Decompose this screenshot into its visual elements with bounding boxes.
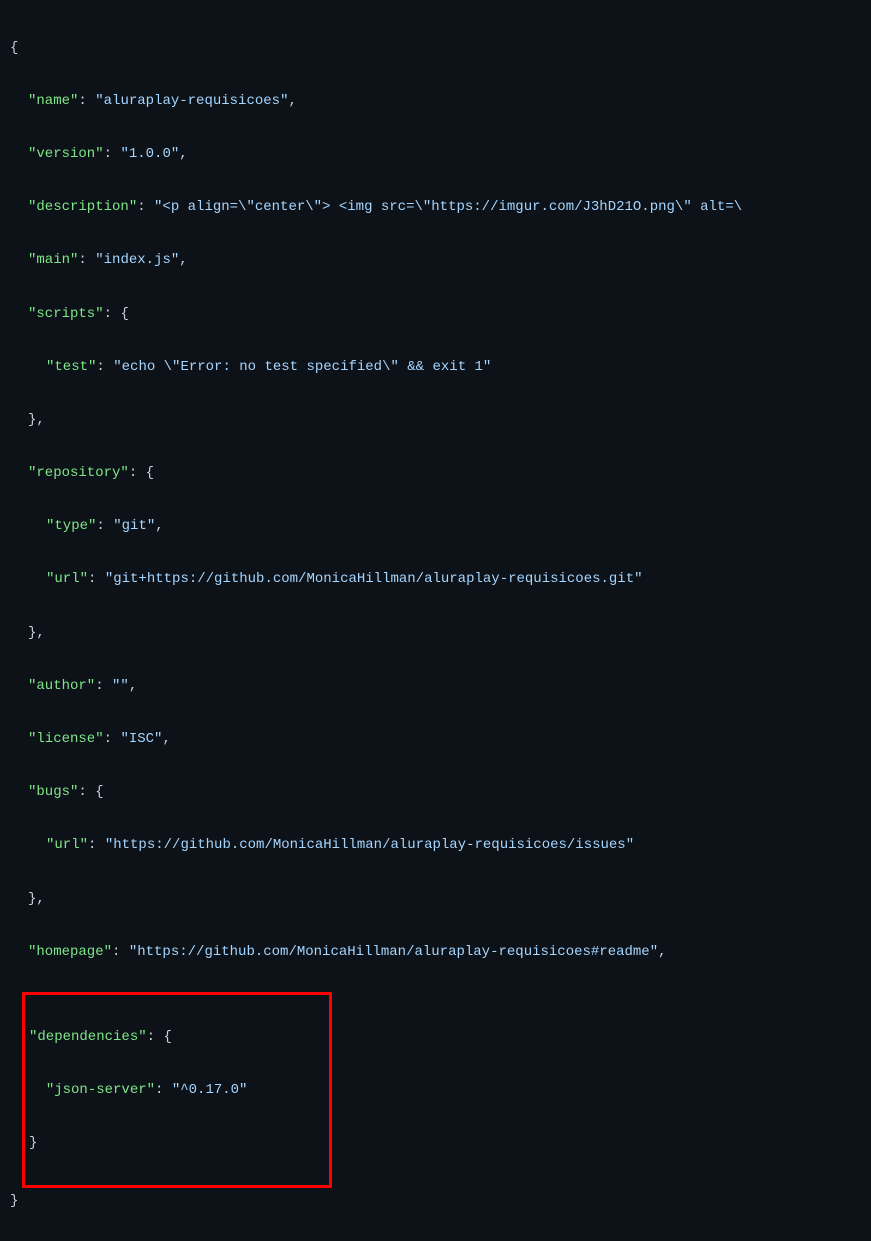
comma: ,: [36, 891, 44, 907]
json-string: "https://github.com/MonicaHillman/alurap…: [129, 944, 658, 960]
open-brace: {: [120, 306, 128, 322]
json-key: "description": [28, 199, 137, 215]
code-line: "bugs": {: [10, 779, 861, 806]
colon: :: [78, 252, 95, 268]
json-string: "1.0.0": [120, 146, 179, 162]
code-line: }: [29, 1130, 325, 1157]
colon: :: [88, 571, 105, 587]
json-key: "url": [46, 837, 88, 853]
comma: ,: [155, 518, 163, 534]
colon: :: [129, 465, 146, 481]
json-string: "git+https://github.com/MonicaHillman/al…: [105, 571, 643, 587]
json-key: "dependencies": [29, 1029, 147, 1045]
code-line: "test": "echo \"Error: no test specified…: [10, 354, 861, 381]
code-line: "json-server": "^0.17.0": [29, 1077, 325, 1104]
comma: ,: [658, 944, 666, 960]
colon: :: [88, 837, 105, 853]
close-brace: }: [10, 1193, 18, 1209]
code-line: "homepage": "https://github.com/MonicaHi…: [10, 939, 861, 966]
colon: :: [155, 1082, 172, 1098]
json-key: "main": [28, 252, 78, 268]
colon: :: [96, 518, 113, 534]
json-string: "<p align=\"center\"> <img src=\"https:/…: [154, 199, 742, 215]
open-brace: {: [163, 1029, 171, 1045]
code-line: "description": "<p align=\"center\"> <im…: [10, 194, 861, 221]
comma: ,: [288, 93, 296, 109]
code-line: }: [10, 1188, 861, 1215]
code-line: "url": "git+https://github.com/MonicaHil…: [10, 566, 861, 593]
colon: :: [137, 199, 154, 215]
comma: ,: [179, 146, 187, 162]
json-key: "homepage": [28, 944, 112, 960]
code-line: "scripts": {: [10, 301, 861, 328]
comma: ,: [36, 625, 44, 641]
json-key: "version": [28, 146, 104, 162]
code-line: "type": "git",: [10, 513, 861, 540]
json-string: "": [112, 678, 129, 694]
colon: :: [104, 731, 121, 747]
json-string: "aluraplay-requisicoes": [95, 93, 288, 109]
highlighted-dependencies-box: "dependencies": { "json-server": "^0.17.…: [22, 992, 332, 1188]
colon: :: [104, 146, 121, 162]
json-key: "url": [46, 571, 88, 587]
colon: :: [96, 359, 113, 375]
json-key: "name": [28, 93, 78, 109]
colon: :: [78, 784, 95, 800]
code-line: "repository": {: [10, 460, 861, 487]
json-key: "license": [28, 731, 104, 747]
open-brace: {: [95, 784, 103, 800]
code-line: {: [10, 35, 861, 62]
code-line: "author": "",: [10, 673, 861, 700]
json-string: "^0.17.0": [172, 1082, 248, 1098]
json-code-block: { "name": "aluraplay-requisicoes", "vers…: [10, 8, 861, 1241]
json-string: "index.js": [95, 252, 179, 268]
code-line: },: [10, 620, 861, 647]
comma: ,: [179, 252, 187, 268]
json-key: "type": [46, 518, 96, 534]
json-key: "repository": [28, 465, 129, 481]
code-line: "url": "https://github.com/MonicaHillman…: [10, 832, 861, 859]
comma: ,: [36, 412, 44, 428]
code-line: "name": "aluraplay-requisicoes",: [10, 88, 861, 115]
code-line: "main": "index.js",: [10, 247, 861, 274]
code-line: },: [10, 407, 861, 434]
colon: :: [104, 306, 121, 322]
json-key: "test": [46, 359, 96, 375]
code-line: },: [10, 886, 861, 913]
code-line: "version": "1.0.0",: [10, 141, 861, 168]
colon: :: [112, 944, 129, 960]
json-string: "https://github.com/MonicaHillman/alurap…: [105, 837, 634, 853]
open-brace: {: [146, 465, 154, 481]
json-key: "bugs": [28, 784, 78, 800]
json-key: "scripts": [28, 306, 104, 322]
open-brace: {: [10, 40, 18, 56]
json-key: "author": [28, 678, 95, 694]
json-string: "git": [113, 518, 155, 534]
comma: ,: [129, 678, 137, 694]
close-brace: }: [28, 891, 36, 907]
code-line: "dependencies": {: [29, 1024, 325, 1051]
json-string: "echo \"Error: no test specified\" && ex…: [113, 359, 491, 375]
colon: :: [78, 93, 95, 109]
json-key: "json-server": [46, 1082, 155, 1098]
comma: ,: [162, 731, 170, 747]
colon: :: [147, 1029, 164, 1045]
json-string: "ISC": [120, 731, 162, 747]
colon: :: [95, 678, 112, 694]
code-line: "license": "ISC",: [10, 726, 861, 753]
close-brace: }: [29, 1135, 37, 1151]
